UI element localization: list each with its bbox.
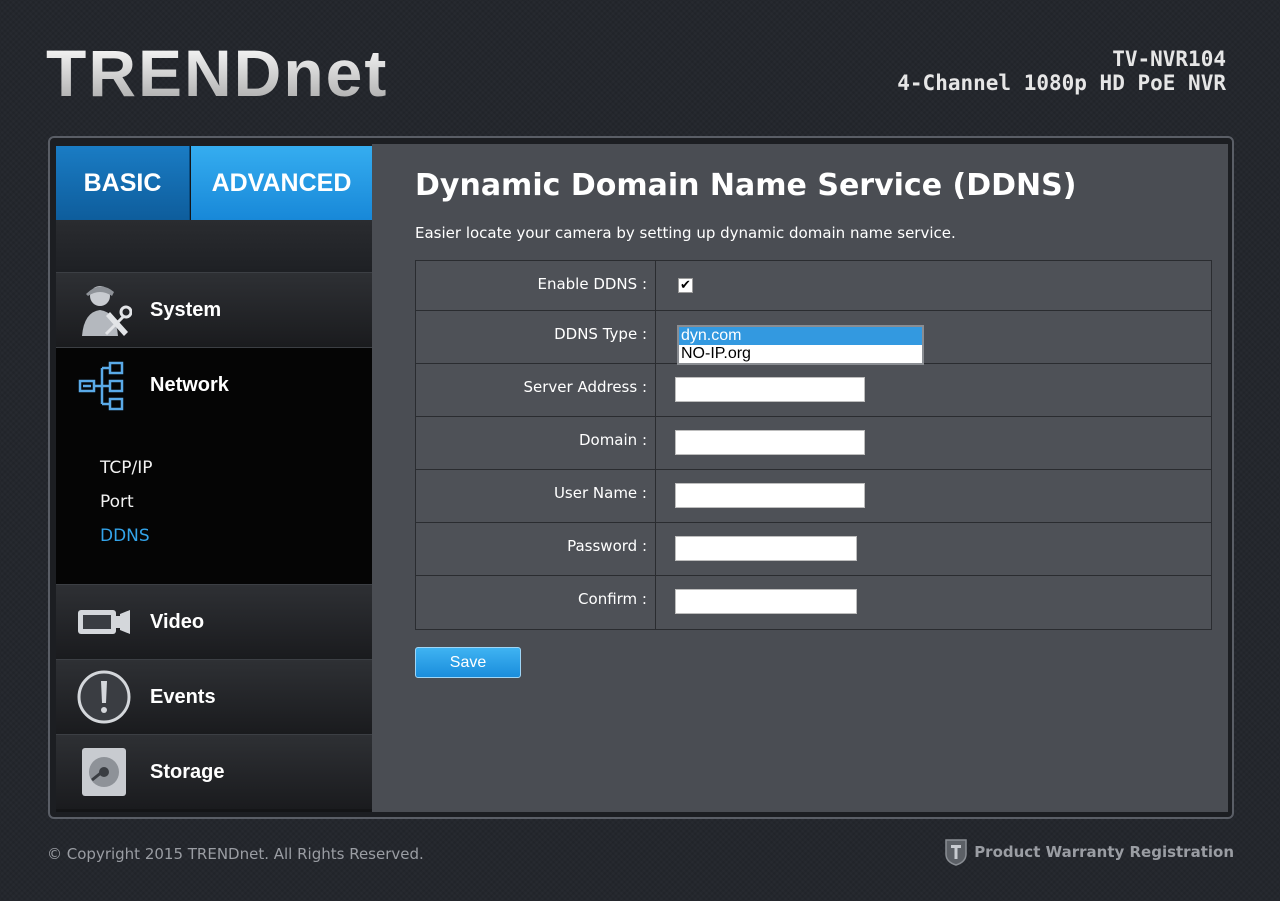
sidebar-subitem-tcpip[interactable]: TCP/IP <box>100 458 153 478</box>
trendnet-shield-icon <box>945 839 967 866</box>
row-user-name: User Name : <box>416 470 1211 523</box>
server-address-label: Server Address : <box>416 364 656 416</box>
ddns-settings-table: Enable DDNS : ✔ DDNS Type : dyn.com NO-I… <box>415 260 1212 630</box>
tab-spacer <box>56 220 372 272</box>
tab-advanced[interactable]: ADVANCED <box>191 146 372 220</box>
row-server-address: Server Address : <box>416 364 1211 417</box>
confirm-label: Confirm : <box>416 576 656 629</box>
sidebar: BASIC ADVANCED System Network TCP/IP Por… <box>56 146 372 812</box>
option-noip[interactable]: NO-IP.org <box>679 345 922 363</box>
page-description: Easier locate your camera by setting up … <box>415 224 956 242</box>
enable-ddns-checkbox[interactable]: ✔ <box>678 278 693 293</box>
sidebar-subitem-port[interactable]: Port <box>100 492 134 512</box>
network-topology-icon <box>74 356 134 416</box>
sidebar-item-events[interactable]: Events <box>56 659 372 734</box>
sidebar-item-label: Storage <box>150 760 225 783</box>
sidebar-item-label: Network <box>150 374 229 396</box>
user-name-input[interactable] <box>675 483 865 508</box>
sidebar-item-label: System <box>150 298 222 321</box>
sidebar-item-video[interactable]: Video <box>56 584 372 659</box>
warranty-link[interactable]: Product Warranty Registration <box>944 838 1234 866</box>
save-button[interactable]: Save <box>415 647 521 678</box>
sidebar-item-network[interactable]: Network TCP/IP Port DDNS <box>56 347 372 584</box>
sidebar-item-storage[interactable]: Storage <box>56 734 372 809</box>
enable-ddns-label: Enable DDNS : <box>416 261 656 310</box>
server-address-input[interactable] <box>675 377 865 402</box>
domain-input[interactable] <box>675 430 865 455</box>
row-ddns-type: DDNS Type : dyn.com NO-IP.org <box>416 311 1211 365</box>
password-label: Password : <box>416 523 656 575</box>
network-header[interactable]: Network <box>56 348 372 423</box>
product-description: 4-Channel 1080p HD PoE NVR <box>897 71 1226 95</box>
warranty-label: Product Warranty Registration <box>974 843 1234 861</box>
option-dyn[interactable]: dyn.com <box>679 327 922 345</box>
copyright-text: © Copyright 2015 TRENDnet. All Rights Re… <box>47 845 424 863</box>
video-camera-icon <box>74 592 134 652</box>
sidebar-item-label: Video <box>150 610 205 633</box>
ddns-type-select[interactable]: dyn.com NO-IP.org <box>677 325 924 365</box>
exclamation-icon <box>74 667 134 727</box>
tab-basic[interactable]: BASIC <box>56 146 190 220</box>
product-header: TV-NVR104 4-Channel 1080p HD PoE NVR <box>897 47 1226 95</box>
hard-drive-icon <box>74 742 134 802</box>
row-password: Password : <box>416 523 1211 576</box>
row-enable-ddns: Enable DDNS : ✔ <box>416 261 1211 311</box>
sidebar-item-label: Events <box>150 685 216 708</box>
user-name-label: User Name : <box>416 470 656 522</box>
page-title: Dynamic Domain Name Service (DDNS) <box>415 168 1077 203</box>
mode-tabs: BASIC ADVANCED <box>56 146 372 236</box>
ddns-type-label: DDNS Type : <box>416 311 656 363</box>
confirm-password-input[interactable] <box>675 589 857 614</box>
sidebar-item-system[interactable]: System <box>56 272 372 347</box>
sidebar-subitem-ddns[interactable]: DDNS <box>100 526 150 546</box>
password-input[interactable] <box>675 536 857 561</box>
model-number: TV-NVR104 <box>1112 47 1226 71</box>
trendnet-logo: TRENDnet <box>46 36 389 110</box>
row-confirm: Confirm : <box>416 576 1211 629</box>
row-domain: Domain : <box>416 417 1211 470</box>
domain-label: Domain : <box>416 417 656 469</box>
technician-icon <box>74 280 134 340</box>
content-panel: Dynamic Domain Name Service (DDNS) Easie… <box>372 144 1228 812</box>
